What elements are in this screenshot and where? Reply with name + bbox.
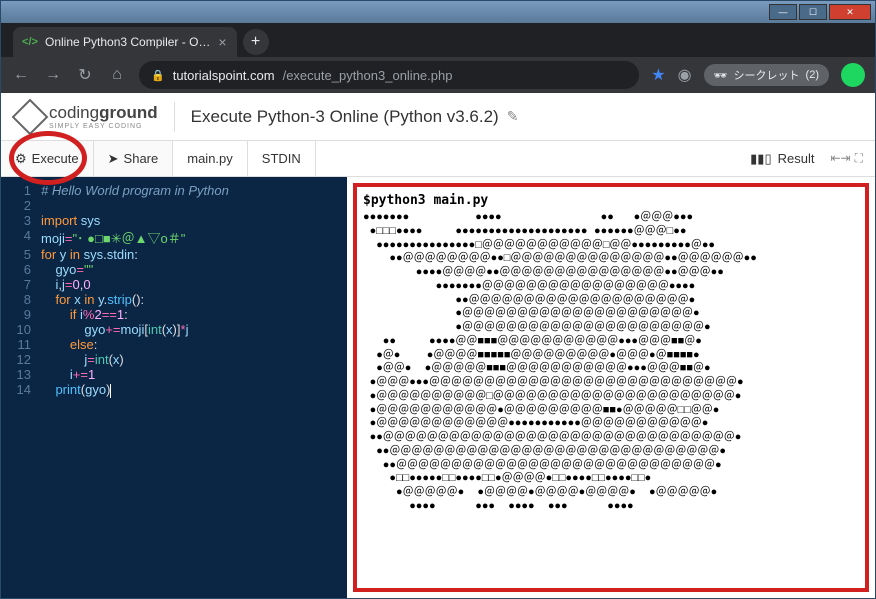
edit-title-icon[interactable]: ✎ bbox=[507, 108, 519, 125]
tab-title: Online Python3 Compiler - O… bbox=[45, 35, 210, 49]
incognito-badge[interactable]: 🕶 シークレット (2) bbox=[704, 64, 829, 86]
line-number: 13 bbox=[1, 367, 41, 382]
code-line[interactable]: 2 bbox=[1, 198, 347, 213]
nav-back-icon[interactable]: ← bbox=[11, 66, 31, 84]
browser-right-icons: ★ ◉ 🕶 シークレット (2) bbox=[651, 63, 865, 87]
line-number: 7 bbox=[1, 277, 41, 292]
code-line[interactable]: 4moji="･ ●□■✳＠▲▽o＃" bbox=[1, 228, 347, 247]
gear-icon: ⚙ bbox=[15, 151, 27, 167]
browser-toolbar: ← → ↻ ⌂ 🔒 tutorialspoint.com/execute_pyt… bbox=[1, 57, 875, 93]
logo-tagline: SIMPLY EASY CODING bbox=[49, 123, 158, 130]
nav-home-icon[interactable]: ⌂ bbox=[107, 66, 127, 84]
code-text[interactable]: if i%2==1: bbox=[41, 307, 128, 322]
site-logo[interactable]: codingground SIMPLY EASY CODING bbox=[17, 103, 158, 130]
pane-expand-icon[interactable]: ⛶ bbox=[855, 151, 863, 166]
code-line[interactable]: 5for y in sys.stdin: bbox=[1, 247, 347, 262]
code-line[interactable]: 12 j=int(x) bbox=[1, 352, 347, 367]
code-text[interactable]: for y in sys.stdin: bbox=[41, 247, 138, 262]
output-pane: $python3 main.py ●●●●●●● ●●●● ●● ●＠＠＠●●●… bbox=[347, 177, 875, 598]
browser-tab-active[interactable]: </> Online Python3 Compiler - O… × bbox=[13, 27, 237, 57]
bookmark-star-icon[interactable]: ★ bbox=[651, 65, 665, 85]
code-text[interactable]: gyo+=moji[int(x)]*j bbox=[41, 322, 188, 337]
window-maximize-button[interactable]: ☐ bbox=[799, 4, 827, 20]
code-line[interactable]: 6 gyo="" bbox=[1, 262, 347, 277]
eye-icon[interactable]: ◉ bbox=[678, 65, 692, 85]
code-text[interactable]: print(gyo) bbox=[41, 382, 111, 398]
output-ascii-art: ●●●●●●● ●●●● ●● ●＠＠＠●●● ●□□□●●●● ●●●●●●●… bbox=[363, 212, 859, 515]
line-number: 14 bbox=[1, 382, 41, 398]
line-number: 1 bbox=[1, 183, 41, 198]
share-button[interactable]: ➤ Share bbox=[94, 141, 174, 176]
logo-text-1: coding bbox=[49, 103, 99, 122]
window-close-button[interactable]: ✕ bbox=[829, 4, 871, 20]
code-line[interactable]: 3import sys bbox=[1, 213, 347, 228]
line-number: 5 bbox=[1, 247, 41, 262]
incognito-label: シークレット bbox=[734, 67, 800, 83]
line-number: 11 bbox=[1, 337, 41, 352]
logo-mark-icon bbox=[12, 98, 49, 135]
line-number: 2 bbox=[1, 198, 41, 213]
line-number: 10 bbox=[1, 322, 41, 337]
code-text[interactable]: gyo="" bbox=[41, 262, 93, 277]
code-text[interactable]: moji="･ ●□■✳＠▲▽o＃" bbox=[41, 228, 185, 247]
line-number: 12 bbox=[1, 352, 41, 367]
page-header: codingground SIMPLY EASY CODING Execute … bbox=[1, 93, 875, 141]
new-tab-button[interactable]: + bbox=[243, 29, 269, 55]
code-text[interactable]: j=int(x) bbox=[41, 352, 124, 367]
code-text[interactable]: import sys bbox=[41, 213, 100, 228]
code-line[interactable]: 7 i,j=0,0 bbox=[1, 277, 347, 292]
nav-forward-icon[interactable]: → bbox=[43, 66, 63, 84]
ide-toolbar: ⚙ Execute ➤ Share main.py STDIN ▮▮▯ Resu… bbox=[1, 141, 875, 177]
code-line[interactable]: 8 for x in y.strip(): bbox=[1, 292, 347, 307]
file-tab-main[interactable]: main.py bbox=[173, 141, 248, 176]
incognito-icon: 🕶 bbox=[714, 69, 728, 82]
line-number: 8 bbox=[1, 292, 41, 307]
pane-collapse-icon[interactable]: ⇤⇥ bbox=[830, 151, 850, 166]
url-path: /execute_python3_online.php bbox=[283, 68, 453, 83]
code-text[interactable]: i+=1 bbox=[41, 367, 95, 382]
bars-icon: ▮▮▯ bbox=[750, 151, 771, 167]
share-icon: ➤ bbox=[108, 151, 119, 167]
window-titlebar: — ☐ ✕ bbox=[1, 1, 875, 23]
window-minimize-button[interactable]: — bbox=[769, 4, 797, 20]
code-line[interactable]: 13 i+=1 bbox=[1, 367, 347, 382]
browser-window: — ☐ ✕ </> Online Python3 Compiler - O… ×… bbox=[0, 0, 876, 599]
ide-split: 1# Hello World program in Python23import… bbox=[1, 177, 875, 598]
line-number: 6 bbox=[1, 262, 41, 277]
file-tab-stdin[interactable]: STDIN bbox=[248, 141, 316, 176]
tab-close-icon[interactable]: × bbox=[218, 34, 226, 50]
page-content: codingground SIMPLY EASY CODING Execute … bbox=[1, 93, 875, 598]
incognito-count: (2) bbox=[806, 69, 819, 81]
code-text[interactable]: else: bbox=[41, 337, 97, 352]
result-label: ▮▮▯ Result bbox=[750, 151, 814, 167]
output-highlight-box: $python3 main.py ●●●●●●● ●●●● ●● ●＠＠＠●●●… bbox=[353, 183, 869, 592]
page-title: Execute Python-3 Online (Python v3.6.2) … bbox=[191, 107, 519, 127]
line-number: 3 bbox=[1, 213, 41, 228]
code-line[interactable]: 11 else: bbox=[1, 337, 347, 352]
code-text[interactable]: # Hello World program in Python bbox=[41, 183, 229, 198]
profile-avatar[interactable] bbox=[841, 63, 865, 87]
code-line[interactable]: 14 print(gyo) bbox=[1, 382, 347, 398]
execute-button[interactable]: ⚙ Execute bbox=[1, 141, 94, 176]
code-text[interactable]: for x in y.strip(): bbox=[41, 292, 144, 307]
code-editor[interactable]: 1# Hello World program in Python23import… bbox=[1, 177, 347, 598]
line-number: 9 bbox=[1, 307, 41, 322]
url-domain: tutorialspoint.com bbox=[173, 68, 275, 83]
output-command: $python3 main.py bbox=[363, 193, 859, 208]
logo-text-2: ground bbox=[99, 103, 158, 122]
code-line[interactable]: 1# Hello World program in Python bbox=[1, 183, 347, 198]
lock-icon: 🔒 bbox=[151, 69, 165, 82]
line-number: 4 bbox=[1, 228, 41, 247]
nav-reload-icon[interactable]: ↻ bbox=[75, 65, 95, 85]
code-text[interactable]: i,j=0,0 bbox=[41, 277, 91, 292]
browser-tab-strip: </> Online Python3 Compiler - O… × + bbox=[1, 23, 875, 57]
url-field[interactable]: 🔒 tutorialspoint.com/execute_python3_onl… bbox=[139, 61, 639, 89]
code-line[interactable]: 10 gyo+=moji[int(x)]*j bbox=[1, 322, 347, 337]
code-line[interactable]: 9 if i%2==1: bbox=[1, 307, 347, 322]
tab-favicon-icon: </> bbox=[23, 35, 37, 49]
